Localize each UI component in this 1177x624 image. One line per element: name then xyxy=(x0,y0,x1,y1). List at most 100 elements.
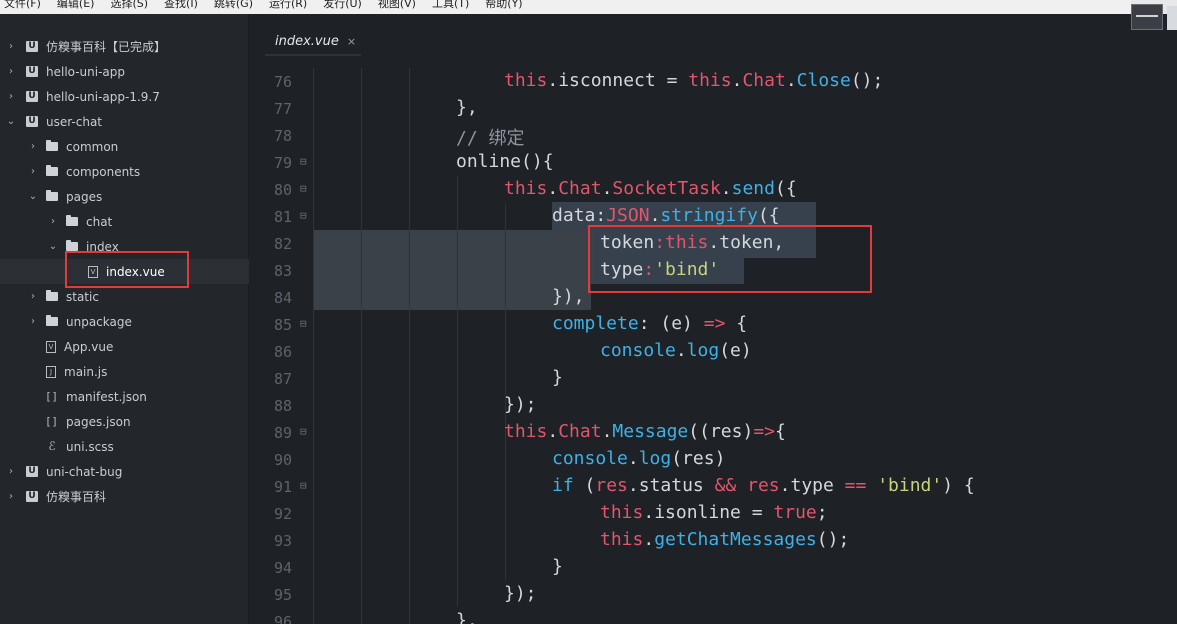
tree-item-project-uni-chat-bug[interactable]: › U uni-chat-bug xyxy=(0,459,249,484)
code-line: 88 }); xyxy=(250,392,1177,419)
tree-item-file-pages-json[interactable]: [ ] pages.json xyxy=(0,409,249,434)
line-number: 84 xyxy=(273,289,292,307)
tree-item-label: chat xyxy=(86,214,113,229)
menu-tools[interactable]: 工具(T) xyxy=(432,0,469,11)
fold-icon[interactable]: ⊟ xyxy=(300,182,307,195)
window-preview-icon[interactable] xyxy=(1131,4,1163,30)
tree-item-label: main.js xyxy=(64,364,108,379)
tree-item-project-user-chat[interactable]: ⌄ U user-chat xyxy=(0,109,249,134)
code-line: 96 }, xyxy=(250,608,1177,624)
tree-item-label: uni-chat-bug xyxy=(46,464,123,479)
tree-item-folder-index[interactable]: ⌄ index xyxy=(0,234,249,259)
chevron-right-icon[interactable]: › xyxy=(6,41,16,52)
menu-publish[interactable]: 发行(U) xyxy=(323,0,362,11)
chevron-right-icon[interactable]: › xyxy=(28,141,38,152)
tree-item-file-uni-scss[interactable]: ℰ uni.scss xyxy=(0,434,249,459)
vue-file-icon: V xyxy=(46,340,56,353)
scss-file-icon: ℰ xyxy=(48,439,56,453)
chevron-down-icon[interactable]: ⌄ xyxy=(48,241,58,252)
project-icon: U xyxy=(26,66,38,77)
menu-run[interactable]: 运行(R) xyxy=(269,0,307,11)
code-line: 92 this.isonline = true; xyxy=(250,500,1177,527)
menu-goto[interactable]: 跳转(G) xyxy=(214,0,253,11)
code-line: 83 type:'bind' xyxy=(250,257,1177,284)
line-number: 86 xyxy=(273,343,292,361)
tree-item-folder-components[interactable]: › components xyxy=(0,159,249,184)
code-text: this.isonline = true; xyxy=(600,502,828,523)
chevron-right-icon[interactable]: › xyxy=(48,216,58,227)
code-editor[interactable]: index.vue × 76 this.isconnect = this.Cha… xyxy=(250,14,1177,624)
menu-edit[interactable]: 编辑(E) xyxy=(57,0,95,11)
project-explorer: › U 仿糗事百科【已完成】 › U hello-uni-app › U hel… xyxy=(0,14,249,624)
code-line: 82 token:this.token, xyxy=(250,230,1177,257)
fold-icon[interactable]: ⊟ xyxy=(300,479,307,492)
tree-item-label: index xyxy=(86,239,119,254)
chevron-down-icon[interactable]: ⌄ xyxy=(28,191,38,202)
menu-help[interactable]: 帮助(Y) xyxy=(485,0,522,11)
menu-view[interactable]: 视图(V) xyxy=(378,0,416,11)
js-file-icon: J xyxy=(46,365,56,378)
tree-item-label: App.vue xyxy=(64,339,114,354)
code-text: console.log(e) xyxy=(600,340,752,361)
folder-icon xyxy=(66,215,78,226)
chevron-right-icon[interactable]: › xyxy=(6,466,16,477)
folder-icon xyxy=(46,315,58,326)
tree-item-folder-pages[interactable]: ⌄ pages xyxy=(0,184,249,209)
line-number: 81 xyxy=(273,208,292,226)
folder-open-icon xyxy=(66,240,78,251)
tree-item-label: 仿糗事百科 xyxy=(46,490,107,504)
tree-item-folder-chat[interactable]: › chat xyxy=(0,209,249,234)
tree-item-label: pages.json xyxy=(66,414,131,429)
tree-item-label: uni.scss xyxy=(66,439,114,454)
code-line: 86 console.log(e) xyxy=(250,338,1177,365)
folder-icon xyxy=(46,140,58,151)
project-icon: U xyxy=(26,91,38,102)
code-text: }); xyxy=(504,583,537,604)
fold-icon[interactable]: ⊟ xyxy=(300,209,307,222)
code-text: this.isconnect = this.Chat.Close(); xyxy=(504,70,884,91)
chevron-right-icon[interactable]: › xyxy=(6,91,16,102)
tree-item-file-app-vue[interactable]: V App.vue xyxy=(0,334,249,359)
code-line: 91 ⊟ if (res.status && res.type == 'bind… xyxy=(250,473,1177,500)
line-number: 91 xyxy=(273,478,292,496)
tree-item-folder-unpackage[interactable]: › unpackage xyxy=(0,309,249,334)
code-line: 89 ⊟ this.Chat.Message((res)=>{ xyxy=(250,419,1177,446)
chevron-right-icon[interactable]: › xyxy=(6,66,16,77)
tree-item-file-index-vue[interactable]: V index.vue xyxy=(0,259,249,284)
fold-icon[interactable]: ⊟ xyxy=(300,317,307,330)
code-text: online(){ xyxy=(456,151,554,172)
code-text: }); xyxy=(504,394,537,415)
code-comment: // 绑定 xyxy=(456,128,525,149)
fold-icon[interactable]: ⊟ xyxy=(300,425,307,438)
menu-select[interactable]: 选择(S) xyxy=(110,0,148,11)
tree-item-project-hello-uni-app[interactable]: › U hello-uni-app xyxy=(0,59,249,84)
code-area[interactable]: 76 this.isconnect = this.Chat.Close(); 7… xyxy=(250,14,1177,624)
tree-item-file-main-js[interactable]: J main.js xyxy=(0,359,249,384)
chevron-down-icon[interactable]: ⌄ xyxy=(6,116,16,127)
tree-item-project-hello-uni-app-197[interactable]: › U hello-uni-app-1.9.7 xyxy=(0,84,249,109)
tree-item-label: hello-uni-app-1.9.7 xyxy=(46,89,160,104)
code-text: console.log(res) xyxy=(552,448,726,469)
chevron-right-icon[interactable]: › xyxy=(28,291,38,302)
menu-bar: 文件(F) 编辑(E) 选择(S) 查找(I) 跳转(G) 运行(R) 发行(U… xyxy=(0,0,1177,14)
tree-item-folder-static[interactable]: › static xyxy=(0,284,249,309)
code-text: } xyxy=(552,367,563,388)
fold-icon[interactable]: ⊟ xyxy=(300,155,307,168)
code-text: if (res.status && res.type == 'bind') { xyxy=(552,475,975,496)
tree-item-folder-common[interactable]: › common xyxy=(0,134,249,159)
tree-item-file-manifest-json[interactable]: [ ] manifest.json xyxy=(0,384,249,409)
line-number: 77 xyxy=(273,100,292,118)
line-number: 76 xyxy=(273,73,292,91)
line-number: 85 xyxy=(273,316,292,334)
code-text: }, xyxy=(456,97,478,118)
menu-find[interactable]: 查找(I) xyxy=(164,0,198,11)
code-text: this.Chat.SocketTask.send({ xyxy=(504,178,797,199)
chevron-right-icon[interactable]: › xyxy=(6,491,16,502)
menu-file[interactable]: 文件(F) xyxy=(4,0,41,11)
code-text: }, xyxy=(456,610,478,624)
tree-item-project-qiushi-done[interactable]: › U 仿糗事百科【已完成】 xyxy=(0,34,249,59)
chevron-right-icon[interactable]: › xyxy=(28,316,38,327)
chevron-right-icon[interactable]: › xyxy=(28,166,38,177)
code-line: 76 this.isconnect = this.Chat.Close(); xyxy=(250,68,1177,95)
tree-item-project-qiushi[interactable]: › U 仿糗事百科 xyxy=(0,484,249,509)
